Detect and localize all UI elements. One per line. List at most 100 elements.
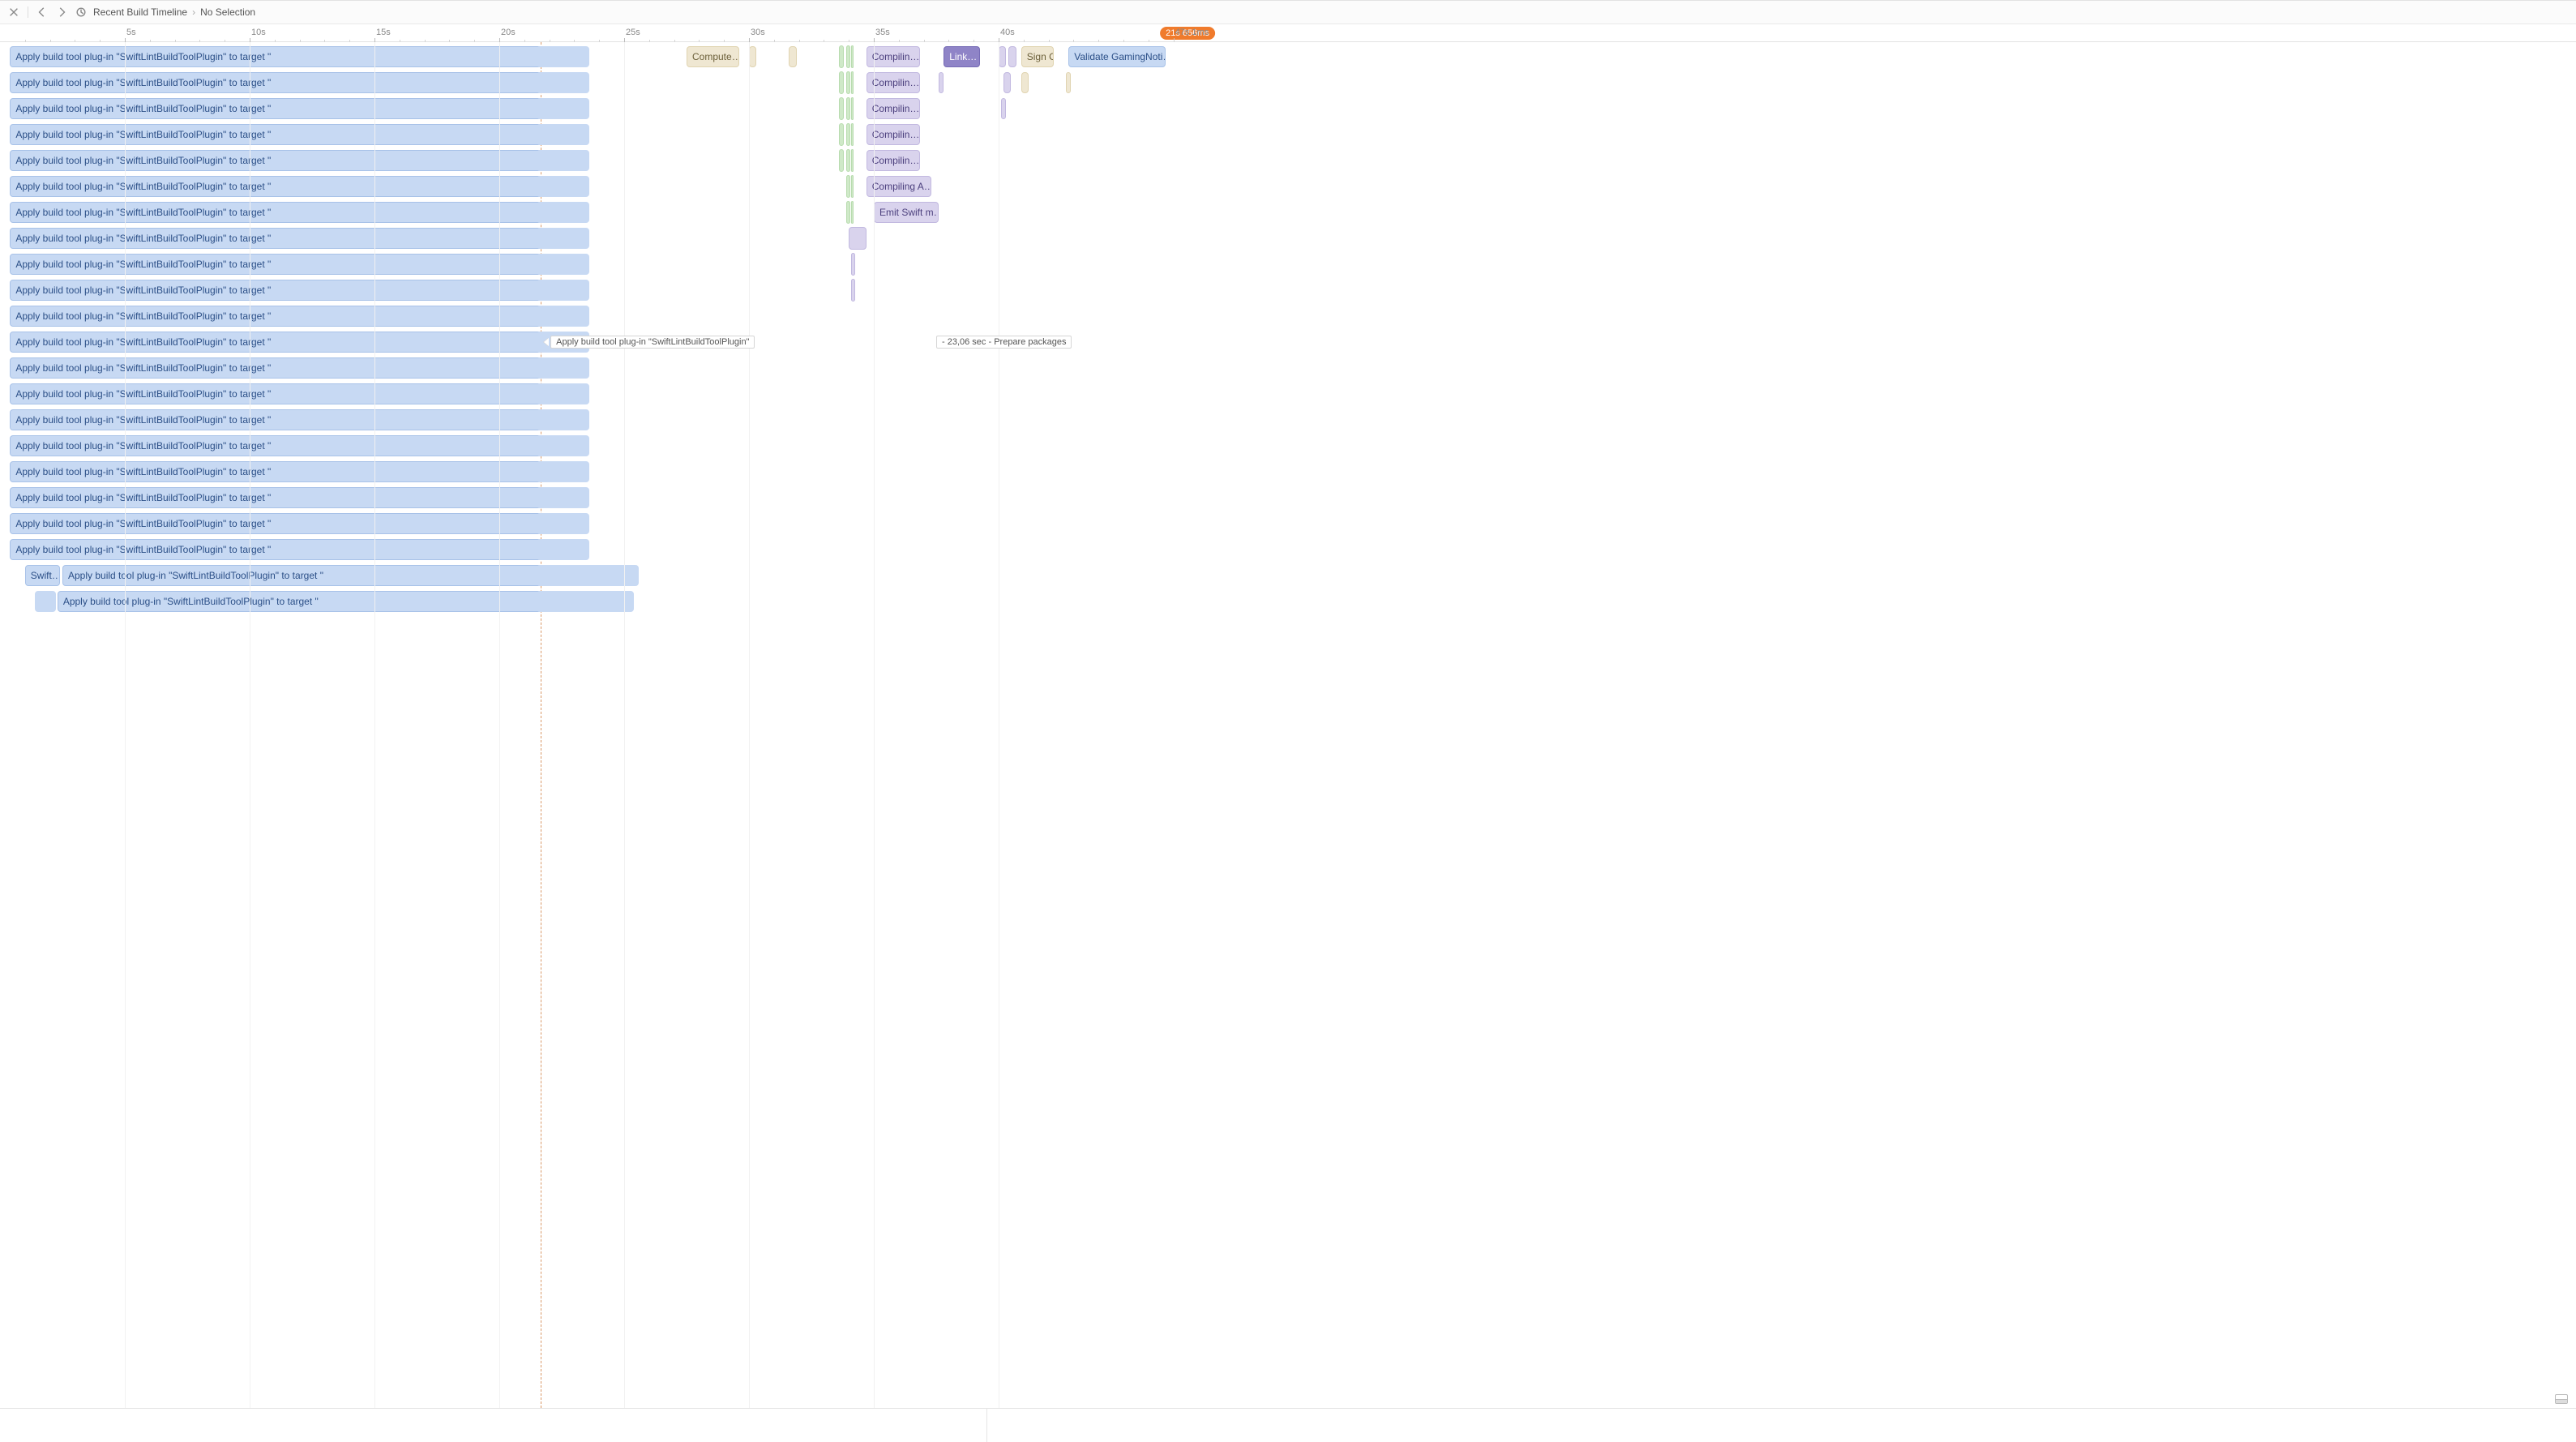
apply-plugin-task-bar[interactable]: Apply build tool plug-in "SwiftLintBuild… [10, 72, 549, 93]
apply-plugin-task-bar[interactable]: Apply build tool plug-in "SwiftLintBuild… [10, 98, 549, 119]
compile-task-bar[interactable] [1003, 72, 1011, 93]
task-bar[interactable] [851, 123, 854, 146]
task-bar[interactable] [846, 175, 850, 198]
task-bar[interactable] [537, 176, 589, 197]
apply-plugin-task-bar[interactable]: Apply build tool plug-in "SwiftLintBuild… [10, 150, 549, 171]
task-bar[interactable] [1066, 72, 1071, 93]
apply-plugin-task-bar[interactable]: Apply build tool plug-in "SwiftLintBuild… [10, 176, 549, 197]
compile-task-bar[interactable] [999, 46, 1006, 67]
apply-plugin-task-bar[interactable]: Apply build tool plug-in "SwiftLintBuild… [58, 591, 550, 612]
duration-tooltip: - 23,06 sec - Prepare packages [936, 336, 1072, 349]
task-bar[interactable] [851, 45, 854, 68]
apply-plugin-task-bar[interactable]: Apply build tool plug-in "SwiftLintBuild… [10, 124, 549, 145]
apply-plugin-task-bar[interactable]: Apply build tool plug-in "SwiftLintBuild… [10, 461, 549, 482]
breadcrumb[interactable]: Recent Build Timeline › No Selection [93, 6, 255, 18]
apply-plugin-task-bar[interactable]: Apply build tool plug-in "SwiftLintBuild… [10, 357, 549, 379]
task-bar[interactable] [537, 72, 589, 93]
task-bar[interactable] [537, 383, 589, 404]
task-bar[interactable] [35, 591, 56, 612]
vertical-split[interactable] [986, 1409, 987, 1442]
swift-task-bar[interactable]: Swift… [25, 565, 60, 586]
apply-plugin-task-bar[interactable]: Apply build tool plug-in "SwiftLintBuild… [10, 435, 549, 456]
task-bar[interactable] [537, 487, 589, 508]
task-bar[interactable] [537, 228, 589, 249]
task-bar[interactable] [851, 71, 854, 94]
ruler-tick-label: 5s [126, 28, 136, 37]
timeline-row: Apply build tool plug-in "SwiftLintBuild… [0, 382, 2576, 406]
task-bar[interactable] [537, 539, 589, 560]
toggle-bottom-panel-icon[interactable] [2555, 1394, 2568, 1404]
apply-plugin-task-bar[interactable]: Apply build tool plug-in "SwiftLintBuild… [10, 228, 549, 249]
task-bar[interactable] [839, 71, 844, 94]
task-bar[interactable] [846, 71, 850, 94]
task-bar[interactable] [537, 513, 589, 534]
timeline-row: Apply build tool plug-in "SwiftLintBuild… [0, 71, 2576, 95]
task-bar[interactable] [537, 150, 589, 171]
task-bar[interactable] [851, 149, 854, 172]
task-bar[interactable] [537, 357, 589, 379]
apply-plugin-task-bar[interactable]: Apply build tool plug-in "SwiftLintBuild… [10, 383, 549, 404]
forward-icon[interactable] [54, 5, 69, 19]
compilingA-task-bar[interactable]: Compiling A… [867, 176, 931, 197]
timeline-row: Apply build tool plug-in "SwiftLintBuild… [0, 278, 2576, 302]
task-bar[interactable] [839, 97, 844, 120]
compile-task-bar[interactable] [939, 72, 944, 93]
task-bar[interactable] [846, 123, 850, 146]
task-bar[interactable] [851, 201, 854, 224]
compile-task-bar[interactable] [1001, 98, 1006, 119]
task-bar[interactable] [851, 97, 854, 120]
apply-plugin-task-bar[interactable]: Apply build tool plug-in "SwiftLintBuild… [10, 46, 549, 67]
timeline-icon[interactable] [74, 5, 88, 19]
apply-plugin-task-bar[interactable]: Apply build tool plug-in "SwiftLintBuild… [10, 513, 549, 534]
compile-task-bar[interactable] [849, 227, 867, 250]
task-bar[interactable] [537, 409, 589, 430]
breadcrumb-root: Recent Build Timeline [93, 6, 187, 18]
back-icon[interactable] [35, 5, 49, 19]
apply-plugin-task-bar[interactable]: Apply build tool plug-in "SwiftLintBuild… [10, 306, 549, 327]
timeline-canvas[interactable]: Apply build tool plug-in "SwiftLintBuild… [0, 42, 2576, 1408]
task-bar[interactable] [537, 124, 589, 145]
task-bar[interactable] [537, 461, 589, 482]
task-bar[interactable] [537, 254, 589, 275]
ruler-tick-label: 10s [251, 28, 266, 37]
compute-task-bar[interactable] [789, 46, 796, 67]
task-bar[interactable] [537, 280, 589, 301]
task-bar[interactable] [537, 435, 589, 456]
apply-plugin-task-bar[interactable]: Apply build tool plug-in "SwiftLintBuild… [10, 332, 549, 353]
task-bar[interactable] [851, 175, 854, 198]
time-ruler[interactable]: 21s 656ms 5s10s15s20s25s30s35s40s47s 1ms [0, 24, 2576, 42]
emit-task-bar[interactable]: Emit Swift m… [874, 202, 939, 223]
task-bar[interactable] [537, 46, 589, 67]
sign-task-bar[interactable]: Sign Ga… [1021, 46, 1054, 67]
compile-task-bar[interactable] [851, 279, 855, 302]
validate-task-bar[interactable]: Validate GamingNoti… [1068, 46, 1166, 67]
ruler-tick-label: 40s [1000, 28, 1015, 37]
task-bar[interactable] [839, 123, 844, 146]
apply-plugin-task-bar[interactable]: Apply build tool plug-in "SwiftLintBuild… [10, 409, 549, 430]
link-task-bar[interactable]: Link… [944, 46, 980, 67]
task-bar[interactable] [846, 149, 850, 172]
compile-task-bar[interactable] [1008, 46, 1016, 67]
task-bar[interactable] [537, 98, 589, 119]
apply-plugin-task-bar[interactable]: Apply build tool plug-in "SwiftLintBuild… [10, 280, 549, 301]
task-bar[interactable] [846, 201, 850, 224]
compute-task-bar[interactable]: Compute… [687, 46, 739, 67]
close-icon[interactable] [6, 5, 21, 19]
compute-task-bar[interactable] [749, 46, 756, 67]
apply-plugin-task-bar[interactable]: Apply build tool plug-in "SwiftLintBuild… [10, 487, 549, 508]
task-bar[interactable] [839, 45, 844, 68]
apply-plugin-task-bar[interactable]: Apply build tool plug-in "SwiftLintBuild… [10, 202, 549, 223]
task-bar[interactable] [846, 97, 850, 120]
task-bar[interactable] [1021, 72, 1029, 93]
task-bar[interactable] [839, 149, 844, 172]
timeline-row: Apply build tool plug-in "SwiftLintBuild… [0, 589, 2576, 614]
apply-plugin-task-bar[interactable]: Apply build tool plug-in "SwiftLintBuild… [10, 254, 549, 275]
apply-plugin-task-bar[interactable]: Apply build tool plug-in "SwiftLintBuild… [62, 565, 550, 586]
gridline [499, 42, 500, 1408]
task-bar[interactable] [537, 202, 589, 223]
apply-plugin-task-bar[interactable]: Apply build tool plug-in "SwiftLintBuild… [10, 539, 549, 560]
task-bar[interactable] [537, 306, 589, 327]
compile-task-bar[interactable] [851, 253, 855, 276]
task-bar[interactable] [537, 591, 634, 612]
task-bar[interactable] [846, 45, 850, 68]
